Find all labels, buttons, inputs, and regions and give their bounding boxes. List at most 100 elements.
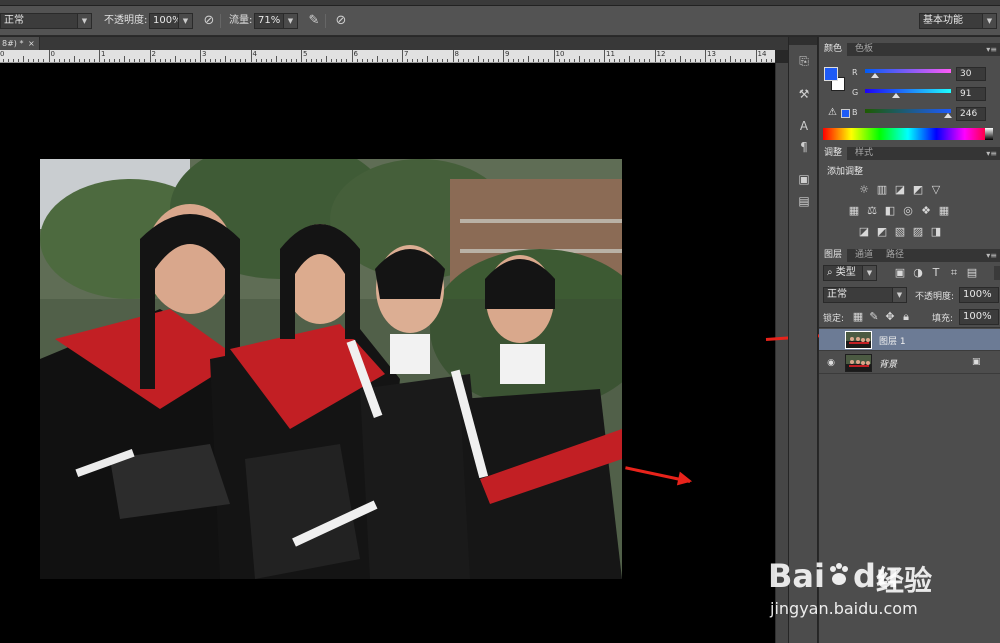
filter-pixel-icon[interactable]: ▣ [893,267,907,279]
ruler-tick [705,50,706,62]
lock-pixels-icon[interactable]: ✎ [867,311,881,323]
info-icon[interactable]: ▤ [796,193,812,209]
pressure-size-icon[interactable]: ⊘ [333,13,349,29]
color-ramp[interactable] [823,128,993,140]
photo-filter-icon[interactable]: ◎ [901,205,915,217]
ruler-tick [351,50,353,62]
gamut-warning-icon[interactable]: ⚠ [828,107,837,118]
blend-mode-value: 正常 [4,15,24,26]
threshold-icon[interactable]: ▧ [893,226,907,238]
curves-icon[interactable]: ◪ [893,184,907,196]
r-value-field[interactable]: 30 [956,67,986,81]
thumbnail-art [846,332,871,348]
vibrance-icon[interactable]: ▽ [929,184,943,196]
ruler-tick [48,50,50,62]
invert-icon[interactable]: ◪ [857,226,871,238]
tab-paths[interactable]: 路径 [881,249,909,262]
gradient-map-icon[interactable]: ▨ [911,226,925,238]
panel-menu-icon[interactable]: ▾≡ [986,249,997,262]
ruler-tick [402,50,403,62]
web-safe-swatch[interactable] [841,109,850,118]
ruler-tick [689,59,691,62]
ruler-tick [23,56,25,62]
tab-adjustments[interactable]: 调整 [819,147,848,160]
layer-filter-select[interactable]: ⌕ 类型 ▼ [823,265,877,281]
g-value-field[interactable]: 91 [956,87,986,101]
layers-panel-tabs: 图层 通道 路径 ▾≡ [819,249,1000,262]
tab-swatches[interactable]: 色板 [850,43,878,56]
ruler-tick [644,59,646,62]
levels-icon[interactable]: ▥ [875,184,889,196]
navigator-icon[interactable]: ▣ [796,171,812,187]
layer-row-background[interactable]: ◉ 背景 ▣ [819,352,1000,374]
panel-menu-icon[interactable]: ▾≡ [986,147,997,160]
layer-blend-mode-select[interactable]: 正常 ▼ [823,287,907,303]
ruler-tick [735,59,737,62]
ruler-tick [442,59,444,62]
r-slider[interactable] [865,69,951,78]
fill-field[interactable]: 100% [959,309,999,325]
flow-field[interactable]: 71% ▼ [254,13,298,29]
close-icon[interactable]: × [28,37,35,50]
ruler-tick [134,59,136,62]
filter-adjustment-icon[interactable]: ◑ [911,267,925,279]
canvas-area[interactable] [0,63,775,643]
channel-mixer-icon[interactable]: ❖ [919,205,933,217]
selective-color-icon[interactable]: ◨ [929,226,943,238]
visibility-icon[interactable] [825,334,837,346]
ruler-tick [371,59,373,62]
b-slider-knob[interactable] [943,113,952,118]
filter-shape-icon[interactable]: ⌗ [947,267,961,279]
hue-saturation-icon[interactable]: ▦ [847,205,861,217]
lock-all-icon[interactable]: 🔒︎ [899,311,913,323]
opacity-label: 不透明度: [104,15,148,26]
graduation-photo[interactable] [40,159,622,579]
foreground-color-swatch[interactable] [824,67,838,81]
color-lookup-icon[interactable]: ▦ [937,205,951,217]
black-white-icon[interactable]: ◧ [883,205,897,217]
b-value-field[interactable]: 246 [956,107,986,121]
layer-name[interactable]: 图层 1 [879,334,906,347]
filter-type-icon[interactable]: T [929,267,943,279]
workspace-select[interactable]: 基本功能 ▼ [919,13,997,29]
character-icon[interactable]: A [796,118,812,134]
filter-toggle[interactable] [994,266,1000,280]
color-ramp-bw[interactable] [985,128,993,140]
tab-styles[interactable]: 样式 [850,147,878,160]
tab-color[interactable]: 颜色 [819,43,848,56]
blend-mode-select[interactable]: 正常 ▼ [0,13,92,29]
brightness-icon[interactable]: ☼ [857,184,871,196]
g-slider[interactable] [865,89,951,98]
opacity-field[interactable]: 100% ▼ [149,13,193,29]
paragraph-icon[interactable]: ¶ [796,139,812,155]
layer-row-layer1[interactable]: 图层 1 [819,329,1000,351]
tab-channels[interactable]: 通道 [850,249,878,262]
ruler-tick [326,56,328,62]
ruler-tick [604,50,605,62]
pressure-opacity-icon[interactable]: ⊘ [201,13,217,29]
posterize-icon[interactable]: ◩ [875,226,889,238]
ruler-tick [73,56,75,62]
ruler-tick [220,59,222,62]
ruler-tick [386,59,388,62]
ruler-tick [119,59,121,62]
layer-opacity-field[interactable]: 100% [959,287,999,303]
panel-menu-icon[interactable]: ▾≡ [986,43,997,56]
r-slider-knob[interactable] [871,73,880,78]
ruler-tick [669,59,671,62]
eye-icon[interactable]: ◉ [825,357,837,369]
g-slider-knob[interactable] [891,93,900,98]
tool-presets-icon[interactable]: ⚒ [796,86,812,102]
history-icon[interactable]: ⎘ [796,53,812,69]
document-tab[interactable]: 8#) * × [0,37,40,50]
b-slider[interactable] [865,109,952,118]
tab-layers[interactable]: 图层 [819,249,848,262]
filter-smart-icon[interactable]: ▤ [965,267,979,279]
airbrush-icon[interactable]: ✎ [306,13,322,29]
color-balance-icon[interactable]: ⚖ [865,205,879,217]
lock-transparent-icon[interactable]: ▦ [851,311,865,323]
exposure-icon[interactable]: ◩ [911,184,925,196]
lock-position-icon[interactable]: ✥ [883,311,897,323]
layer-name[interactable]: 背景 [879,357,897,370]
ruler-tick [139,59,141,62]
